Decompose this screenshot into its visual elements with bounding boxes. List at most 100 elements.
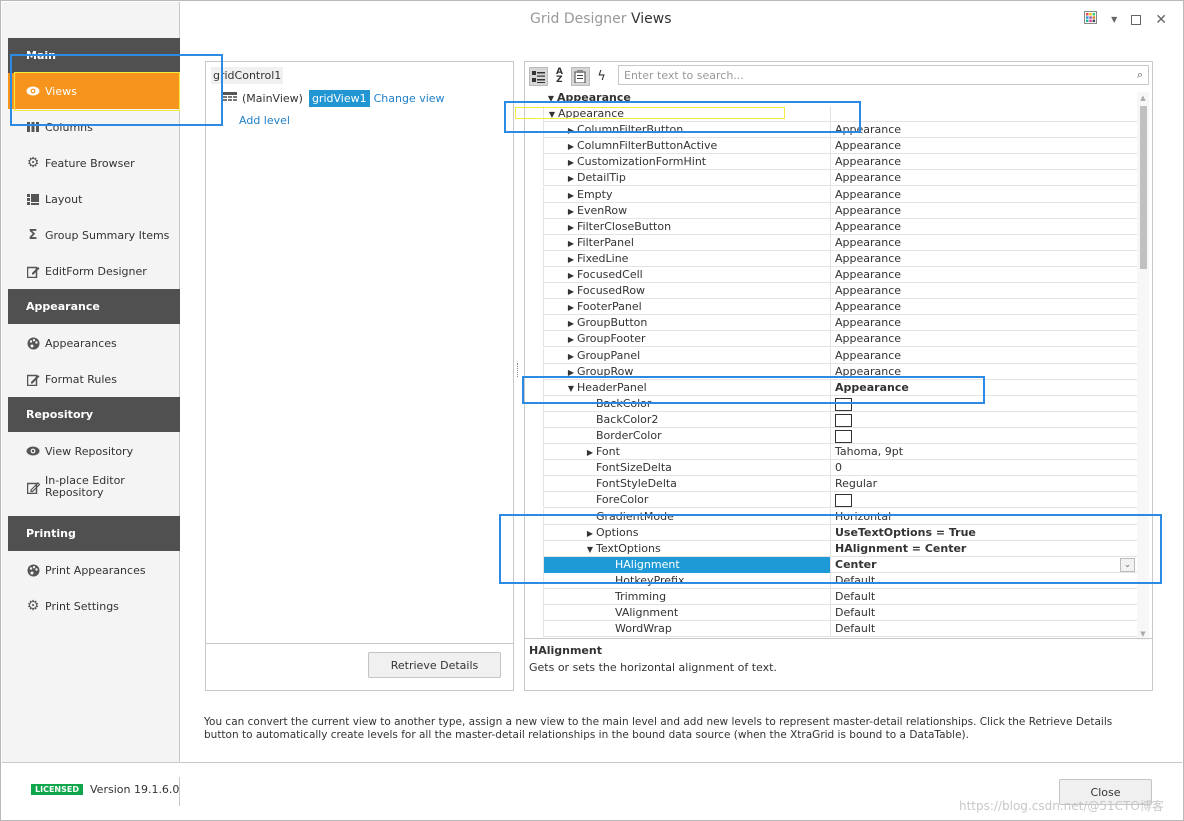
property-row[interactable]: ▶ FilterPanel Appearance	[525, 234, 1137, 251]
property-value[interactable]: Default	[830, 605, 1137, 622]
collapse-icon[interactable]: ▼	[584, 542, 596, 557]
maximize-icon[interactable]	[1131, 14, 1142, 25]
color-swatch[interactable]	[835, 397, 852, 411]
property-row[interactable]: ▶ EvenRow Appearance	[525, 202, 1137, 219]
expand-icon[interactable]: ▶	[565, 252, 577, 267]
expand-icon[interactable]: ▶	[565, 349, 577, 364]
property-row[interactable]: HAlignment Center ⌄	[525, 556, 1137, 573]
property-row[interactable]: GradientMode Horizontal	[525, 508, 1137, 525]
expand-icon[interactable]: ▶	[565, 332, 577, 347]
property-row[interactable]: HotkeyPrefix Default	[525, 572, 1137, 589]
property-value[interactable]: 0	[830, 460, 1137, 477]
property-row[interactable]: ▶ DetailTip Appearance	[525, 170, 1137, 187]
property-row[interactable]: ▶ GroupButton Appearance	[525, 315, 1137, 332]
categorized-icon[interactable]	[529, 66, 548, 86]
property-row[interactable]: ▶ CustomizationFormHint Appearance	[525, 154, 1137, 171]
search-icon[interactable]: ⌕	[1137, 68, 1143, 82]
property-value[interactable]: Appearance	[830, 202, 1137, 219]
property-row[interactable]: BackColor	[525, 395, 1137, 412]
property-value[interactable]: Appearance	[830, 299, 1137, 316]
property-row[interactable]: FontStyleDelta Regular	[525, 476, 1137, 493]
property-row[interactable]: ▶ FooterPanel Appearance	[525, 299, 1137, 316]
property-row[interactable]: ▶ FocusedRow Appearance	[525, 283, 1137, 300]
add-level-link[interactable]: Add level	[239, 114, 290, 127]
grid-control-node[interactable]: gridControl1	[211, 67, 284, 84]
property-row[interactable]: ▶ FocusedCell Appearance	[525, 267, 1137, 283]
property-value[interactable]: Appearance	[830, 315, 1137, 332]
expand-icon[interactable]: ▶	[565, 284, 577, 299]
vertical-scrollbar[interactable]: ▲ ▼	[1137, 92, 1149, 640]
property-value[interactable]: Appearance	[830, 234, 1137, 251]
sidebar-item-layout[interactable]: Layout	[8, 181, 180, 217]
expand-icon[interactable]: ▶	[565, 155, 577, 170]
property-value[interactable]: Regular	[830, 476, 1137, 493]
property-row[interactable]: WordWrap Default	[525, 621, 1137, 638]
color-swatch[interactable]	[835, 494, 852, 508]
scroll-thumb[interactable]	[1140, 106, 1147, 269]
expand-icon[interactable]: ▶	[565, 220, 577, 235]
property-value[interactable]: Tahoma, 9pt	[830, 444, 1137, 461]
property-search-input[interactable]: Enter text to search... ⌕	[618, 65, 1149, 85]
property-value[interactable]: Center ⌄	[830, 556, 1137, 573]
expand-icon[interactable]: ▶	[565, 316, 577, 331]
sidebar-item-view-repository[interactable]: View Repository	[8, 433, 180, 469]
property-value[interactable]: Horizontal	[830, 508, 1137, 525]
change-view-link[interactable]: Change view	[374, 92, 445, 105]
property-value[interactable]: Appearance	[830, 363, 1137, 380]
sidebar-item-print-appearances[interactable]: Print Appearances	[8, 552, 180, 588]
sidebar-item-format-rules[interactable]: Format Rules	[8, 361, 180, 397]
collapse-icon[interactable]: ▼	[546, 107, 558, 122]
property-value[interactable]	[830, 411, 1137, 428]
panel-splitter[interactable]	[517, 363, 519, 377]
property-value[interactable]: Appearance	[830, 250, 1137, 267]
property-pages-icon[interactable]	[571, 66, 590, 86]
sidebar-item-views[interactable]: Views	[8, 73, 180, 109]
property-value[interactable]: Appearance	[830, 267, 1137, 283]
sidebar-item-editform-designer[interactable]: EditForm Designer	[8, 253, 180, 289]
collapse-icon[interactable]: ▼	[545, 91, 557, 106]
sidebar-item-print-settings[interactable]: ⚙ Print Settings	[8, 588, 180, 624]
property-row[interactable]: ▶ GroupFooter Appearance	[525, 331, 1137, 348]
property-row[interactable]: ▶ GroupRow Appearance	[525, 363, 1137, 380]
sidebar-item-inplace-editor-repository[interactable]: In-place Editor Repository	[8, 469, 180, 505]
property-value[interactable]: Appearance	[830, 170, 1137, 187]
sidebar-item-group-summary-items[interactable]: Σ Group Summary Items	[8, 217, 180, 253]
property-row[interactable]: ▶ ColumnFilterButton Appearance	[525, 122, 1137, 139]
property-row[interactable]: ▶ ColumnFilterButtonActive Appearance	[525, 138, 1137, 155]
property-row[interactable]: ▶ GroupPanel Appearance	[525, 347, 1137, 364]
property-value[interactable]: Appearance	[830, 347, 1137, 364]
sidebar-item-feature-browser[interactable]: ⚙ Feature Browser	[8, 145, 180, 181]
property-row[interactable]: ▶ FilterCloseButton Appearance	[525, 218, 1137, 235]
property-value[interactable]	[830, 106, 1137, 122]
property-row[interactable]: BorderColor	[525, 428, 1137, 444]
property-value[interactable]: Appearance	[830, 186, 1137, 203]
alphabetical-icon[interactable]: AZ	[550, 67, 569, 86]
property-row[interactable]: FontSizeDelta 0	[525, 460, 1137, 477]
property-row[interactable]: VAlignment Default	[525, 605, 1137, 622]
property-value[interactable]: Appearance	[830, 138, 1137, 155]
color-swatch[interactable]	[835, 413, 852, 427]
property-row[interactable]: ▼ HeaderPanel Appearance	[525, 379, 1137, 396]
property-value[interactable]: Appearance	[830, 218, 1137, 235]
property-row[interactable]: ▶ Font Tahoma, 9pt	[525, 444, 1137, 461]
property-value[interactable]: Appearance	[830, 379, 1137, 396]
expand-icon[interactable]: ▶	[584, 526, 596, 541]
expand-icon[interactable]: ▶	[584, 445, 596, 460]
property-row[interactable]: ▶ Options UseTextOptions = True	[525, 524, 1137, 541]
expand-icon[interactable]: ▶	[565, 365, 577, 380]
property-row[interactable]: ForeColor	[525, 492, 1137, 509]
palette-icon[interactable]	[1084, 11, 1098, 28]
color-swatch[interactable]	[835, 430, 852, 443]
expand-icon[interactable]: ▶	[565, 236, 577, 251]
events-icon[interactable]: ϟ	[592, 67, 611, 86]
selected-view[interactable]: gridView1	[308, 90, 370, 107]
expand-icon[interactable]: ▶	[565, 188, 577, 203]
sidebar-item-columns[interactable]: Columns	[8, 109, 180, 145]
chevron-down-icon[interactable]: ⌄	[1120, 557, 1135, 572]
property-row[interactable]: ▼ Appearance	[525, 106, 1137, 122]
sidebar-item-appearances[interactable]: Appearances	[8, 325, 180, 361]
property-value[interactable]: HAlignment = Center	[830, 540, 1137, 557]
property-value[interactable]	[830, 492, 1137, 509]
close-icon[interactable]: ✕	[1155, 12, 1167, 28]
property-value[interactable]: Appearance	[830, 331, 1137, 348]
